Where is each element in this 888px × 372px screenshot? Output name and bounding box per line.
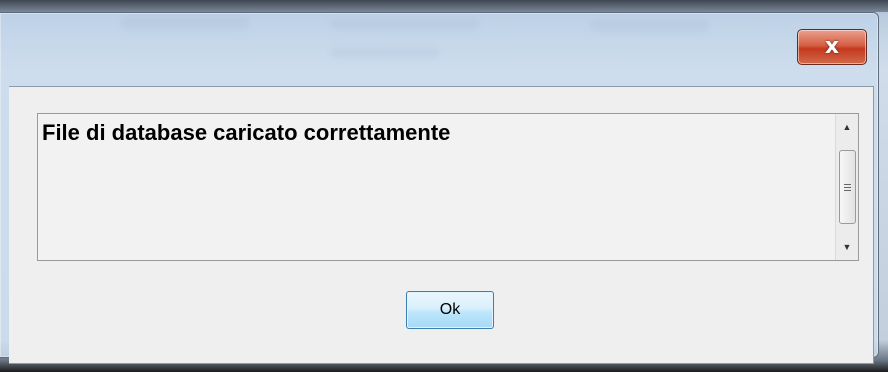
close-icon: x — [824, 34, 840, 59]
scroll-down-arrow-icon[interactable]: ▼ — [836, 236, 858, 258]
scroll-grip-icon — [844, 183, 851, 191]
scroll-thumb[interactable] — [839, 150, 856, 224]
ok-button[interactable]: Ok — [406, 291, 494, 329]
vertical-scrollbar[interactable]: ▲ ▼ — [835, 114, 858, 260]
message-dialog: x File di database caricato correttament… — [0, 12, 879, 364]
dialog-client-area: File di database caricato correttamente … — [9, 86, 874, 364]
background-toolbar — [0, 0, 888, 12]
message-text: File di database caricato correttamente — [42, 120, 451, 145]
scroll-up-arrow-icon[interactable]: ▲ — [836, 116, 858, 138]
message-text-area[interactable]: File di database caricato correttamente … — [37, 113, 859, 261]
close-button[interactable]: x — [797, 29, 867, 65]
